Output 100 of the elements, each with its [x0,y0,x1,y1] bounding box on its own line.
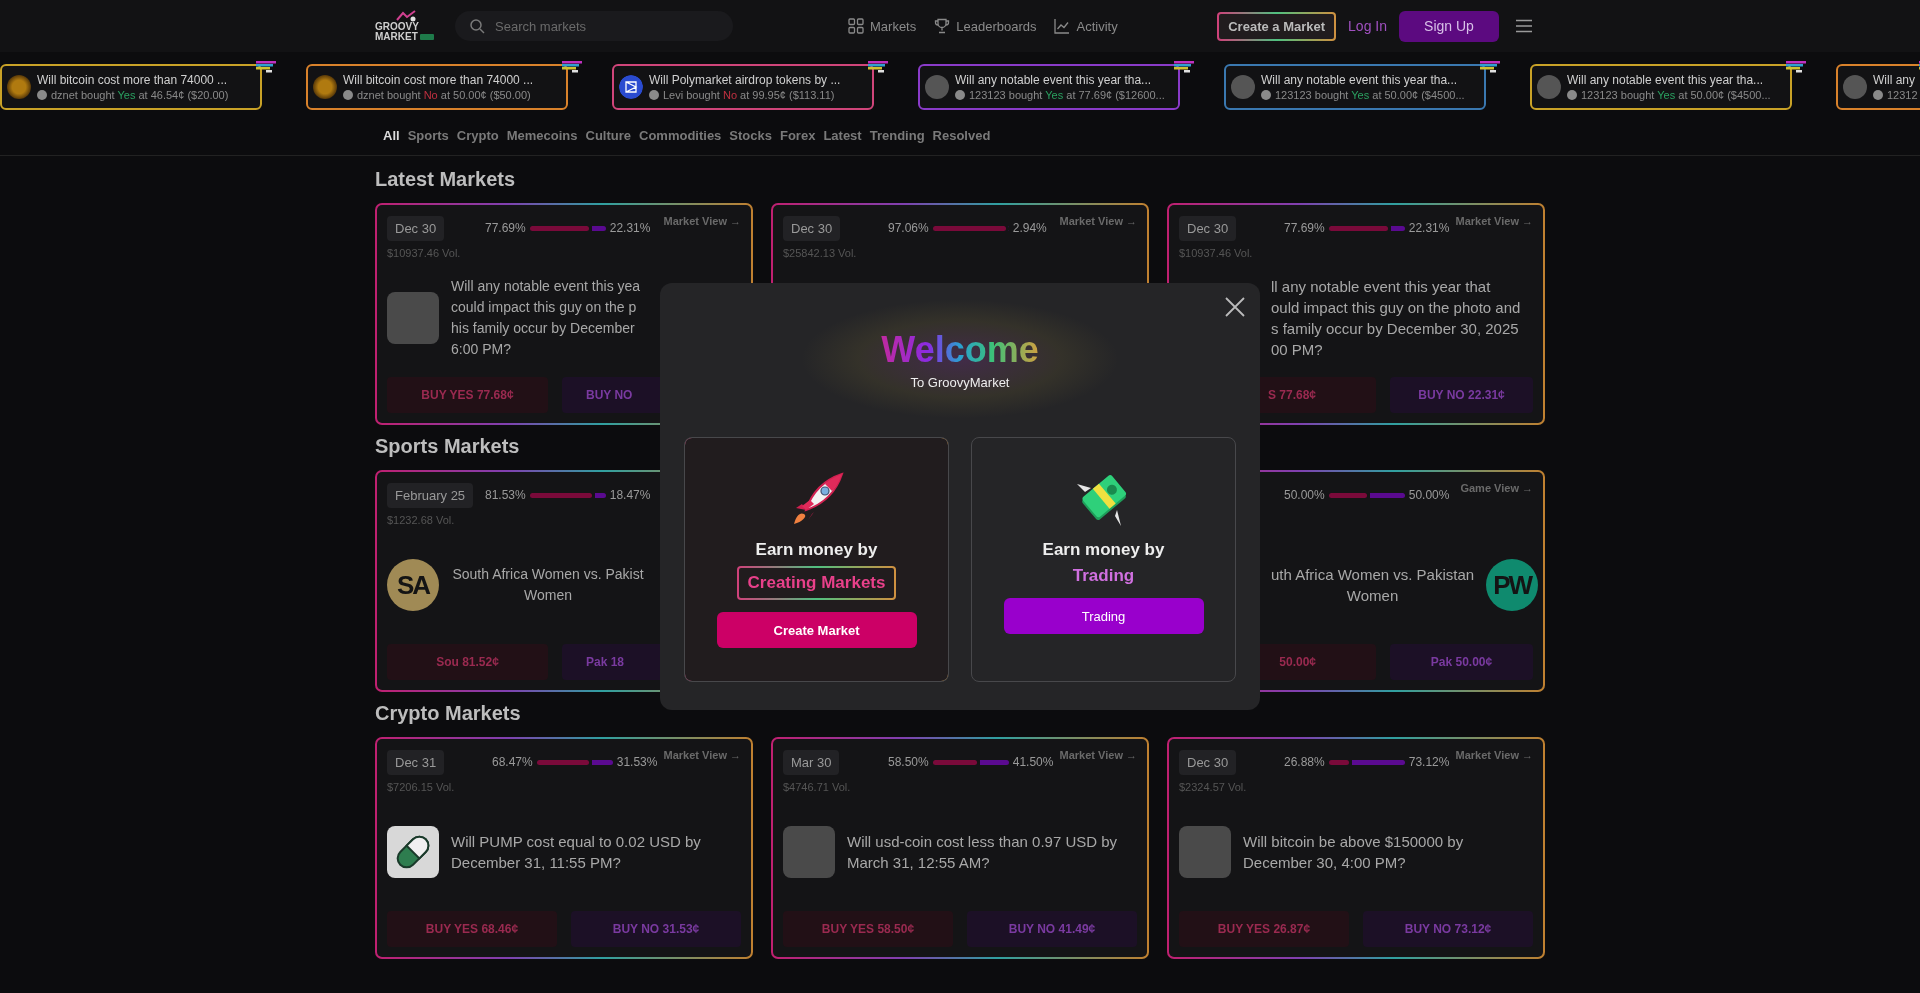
category-tab[interactable]: Memecoins [506,128,578,143]
coin-icon [7,75,31,99]
ticker-item[interactable]: Will bitcoin cost more than 74000 ... dznet bought Yes at 46.54¢ ($20.00) [0,64,262,110]
close-button[interactable] [1224,297,1246,319]
buy-button[interactable]: Sou 81.52¢ [387,644,548,680]
market-question[interactable]: South Africa Women vs. Pakist Women [451,564,645,606]
login-link[interactable]: Log In [1348,18,1387,34]
volume-text: $10937.46 Vol. [1179,247,1253,259]
option-button[interactable]: Create Market [716,612,917,648]
category-tab[interactable]: Stocks [729,128,772,143]
date-badge: Dec 30 [387,216,445,241]
logo-text[interactable]: MARKET [375,32,418,42]
yes-percent: 77.69% [485,221,526,235]
yes-percent: 77.69% [1284,221,1325,235]
market-question[interactable]: Will bitcoin be above $150000 by December 30, 4:00 PM? [1243,831,1464,873]
view-link[interactable]: Game View → [1460,482,1533,494]
market-card[interactable]: Dec 30 26.88% 73.12% Market View → $2324.57 Vol. Will bitcoin be above $150000 by December 30, 4:00 PM? BUY YES 26.87¢ BUY NO 73.12¢ [1167,737,1545,959]
category-tab[interactable]: Commodities [639,128,722,143]
market-card[interactable]: Dec 31 68.47% 31.53% Market View → $7206.15 Vol. Will PUMP cost equal to 0.02 USD by December 31, 11:55 PM? BUY YES 68.46¢ BUY NO 31.53¢ [375,737,753,959]
ticker-title: Will bitcoin cost more than 74000 ... [37,73,229,87]
photo-placeholder [387,292,439,344]
ticker-item[interactable]: Will any notable event this year tha... 123123 bought Yes at 77.69¢ ($12600... [918,64,1180,110]
chart-icon [1054,18,1071,34]
search-icon [469,18,485,34]
trade-text: dznet bought No at 50.00¢ ($50.00) [357,89,531,101]
logo-icon [395,10,417,22]
section-title: Crypto Markets [375,702,522,725]
ticker-item[interactable]: Will Polymarket airdrop tokens by ... Levi bought No at 99.95¢ ($113.11) [612,64,874,110]
market-question[interactable]: Will any notable event this yea could impact this guy on the p his family occur by December 6:00 PM? [451,276,641,360]
menu-icon[interactable] [1515,19,1533,33]
buy-button[interactable]: BUY YES 58.50¢ [783,911,953,947]
photo-placeholder [783,826,835,878]
team-avatar: PW [1486,559,1539,611]
date-badge: Dec 30 [1179,216,1237,241]
category-tab[interactable]: Crypto [456,128,499,143]
category-tab[interactable]: All [383,128,400,143]
buy-button[interactable]: BUY NO 41.49¢ [967,911,1137,947]
buy-button[interactable]: BUY YES 77.68¢ [387,377,548,413]
option-text: Earn money by [1042,540,1165,560]
photo-placeholder [1843,75,1867,99]
category-tab[interactable]: Latest [823,128,862,143]
volume-text: $1232.68 Vol. [387,514,455,526]
category-tab[interactable]: Trending [869,128,925,143]
option-button[interactable]: Trading [1003,598,1204,634]
ticker-item[interactable]: Will any notable event this year tha... 123123 bought Yes at 50.00¢ ($4500... [1224,64,1486,110]
team-avatar: SA [387,559,439,611]
view-link[interactable]: Market View → [1059,749,1137,761]
ticker-title: Will bitcoin cost more than 74000 ... [343,73,534,87]
nav-link[interactable]: Leaderboards [934,18,1037,34]
no-percent: 50.00% [1408,488,1450,502]
nav-link[interactable]: Activity [1054,18,1118,34]
no-percent: 31.53% [616,755,658,769]
stripes-icon [256,61,276,73]
logo-icon [619,75,643,99]
view-link[interactable]: Market View → [1455,215,1533,227]
no-percent: 73.12% [1408,755,1450,769]
buy-button[interactable]: BUY YES 26.87¢ [1179,911,1349,947]
category-tab[interactable]: Resolved [932,128,991,143]
date-badge: Dec 30 [783,216,841,241]
market-card[interactable]: Mar 30 58.50% 41.50% Market View → $4746.71 Vol. Will usd-coin cost less than 0.97 USD by March 31, 12:55 AM? BUY YES 58.50¢ BUY NO 41.49¢ [771,737,1149,959]
option-highlight: Trading [1072,566,1135,586]
category-tab[interactable]: Forex [780,128,816,143]
signup-button[interactable]: Sign Up [1399,10,1499,42]
buy-button[interactable]: Pak 50.00¢ [1390,644,1533,680]
beta-tag [419,34,434,40]
market-question[interactable]: uth Africa Women vs. Pakistan Women [1271,564,1475,606]
view-link[interactable]: Market View → [1455,749,1533,761]
photo-placeholder [1231,75,1255,99]
welcome-subtitle: To GroovyMarket [910,374,1010,390]
user-avatar-icon [37,90,47,100]
logo-text[interactable]: GROOVY [375,22,419,32]
user-avatar-icon [1261,90,1271,100]
nav-link[interactable]: Markets [848,18,917,34]
ticker-title: Will any notable event this year tha... [1261,73,1459,87]
market-question[interactable]: ll any notable event this year that ould impact this guy on the photo and s family occur by December 30, 2025 00 PM? [1271,276,1521,360]
yes-percent: 68.47% [492,755,533,769]
buy-button[interactable]: BUY NO 22.31¢ [1390,377,1533,413]
ticker-title: Will any notable event this year tha... [1567,73,1765,87]
no-percent: 41.50% [1012,755,1054,769]
trade-text: 123123 bought Yes at 50.00¢ ($4500... [1581,89,1771,101]
buy-button[interactable]: BUY NO 31.53¢ [571,911,741,947]
view-link[interactable]: Market View → [1059,215,1137,227]
view-link[interactable]: Market View → [663,749,741,761]
view-link[interactable]: Market View → [663,215,741,227]
trade-text: 123123 bought Yes at 50.00¢ ($4500... [1275,89,1465,101]
category-tab[interactable]: Sports [407,128,449,143]
yes-percent: 58.50% [888,755,929,769]
yes-percent: 26.88% [1284,755,1325,769]
option-text: Earn money by [755,540,878,560]
ticker-item[interactable]: Will bitcoin cost more than 74000 ... dznet bought No at 50.00¢ ($50.00) [306,64,568,110]
ticker-item[interactable]: Will any 12312 [1836,64,1920,110]
buy-button[interactable]: BUY YES 68.46¢ [387,911,557,947]
market-question[interactable]: Will PUMP cost equal to 0.02 USD by December 31, 11:55 PM? [451,831,701,873]
category-tab[interactable]: Culture [585,128,631,143]
ticker-item[interactable]: Will any notable event this year tha... 123123 bought Yes at 50.00¢ ($4500... [1530,64,1792,110]
stripes-icon [1786,61,1806,73]
market-question[interactable]: Will usd-coin cost less than 0.97 USD by March 31, 12:55 AM? [847,831,1118,873]
create-market-button[interactable]: Create a Market [1217,11,1337,41]
search-field[interactable]: Search markets [455,11,733,41]
buy-button[interactable]: BUY NO 73.12¢ [1363,911,1533,947]
